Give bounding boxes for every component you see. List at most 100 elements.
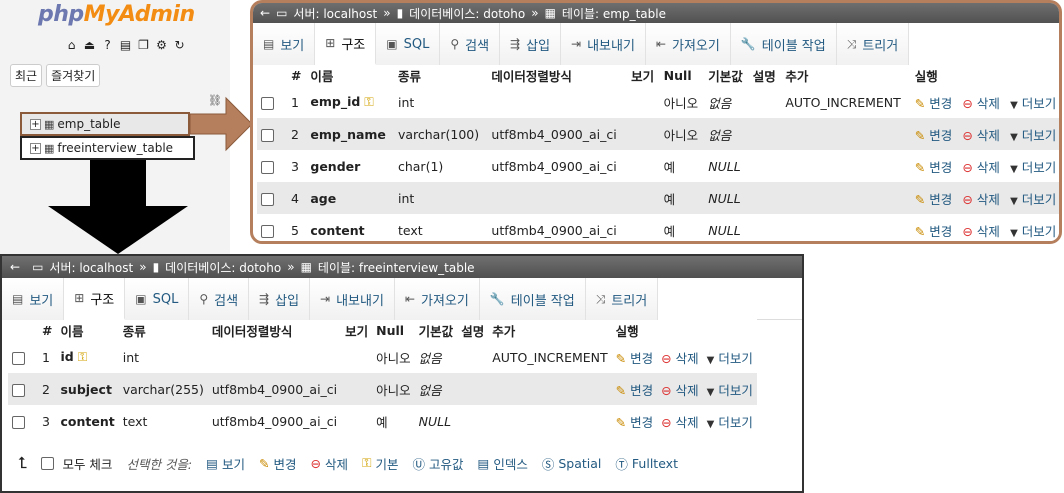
- help-icon[interactable]: ?: [100, 38, 115, 53]
- column-attributes: [341, 373, 373, 405]
- tab-structure[interactable]: ⊞ 구조: [64, 278, 126, 320]
- drop-button[interactable]: ⊖ 삭제: [661, 383, 698, 398]
- check-all-checkbox[interactable]: [41, 456, 55, 470]
- home-icon[interactable]: ⌂: [64, 38, 79, 53]
- row-number: 4: [287, 182, 307, 214]
- tab-operations[interactable]: 🔧 테이블 작업: [730, 23, 837, 65]
- change-button[interactable]: ✎ 변경: [915, 128, 952, 143]
- drop-button[interactable]: ⊖ 삭제: [962, 224, 999, 239]
- bulk-drop-button[interactable]: ⊖ 삭제: [310, 454, 348, 473]
- more-button[interactable]: ▼ 더보기: [1010, 224, 1056, 239]
- tab-triggers[interactable]: ⤨ 트리거: [585, 278, 659, 320]
- row-number: 3: [38, 405, 57, 437]
- change-button[interactable]: ✎ 변경: [616, 383, 653, 398]
- gear-icon[interactable]: ⚙: [154, 38, 169, 53]
- tab-browse[interactable]: ▤ 보기: [2, 278, 65, 320]
- bulk-browse-button[interactable]: ▤ 보기: [206, 454, 245, 473]
- change-button[interactable]: ✎ 변경: [915, 160, 952, 175]
- tab-structure[interactable]: ⊞ 구조: [315, 23, 377, 65]
- breadcrumb-database[interactable]: 데이터베이스: dotoho: [409, 5, 525, 22]
- table-icon: ▦: [544, 6, 556, 20]
- tab-browse[interactable]: ▤ 보기: [253, 23, 316, 65]
- breadcrumb-table[interactable]: 테이블: freeinterview_table: [318, 259, 475, 276]
- tab-triggers[interactable]: ⤨ 트리거: [836, 23, 910, 65]
- row-checkbox[interactable]: [12, 351, 25, 365]
- bulk-change-button[interactable]: ✎ 변경: [259, 454, 297, 473]
- favorites-tab[interactable]: 즐겨찾기: [46, 64, 101, 87]
- tab-sql[interactable]: ▣ SQL: [376, 23, 441, 65]
- change-button[interactable]: ✎ 변경: [915, 224, 952, 239]
- phpmyadmin-logo[interactable]: phpMyAdmin: [38, 2, 195, 27]
- drop-button[interactable]: ⊖ 삭제: [962, 96, 999, 111]
- change-button[interactable]: ✎ 변경: [616, 415, 653, 430]
- breadcrumb-table[interactable]: 테이블: emp_table: [562, 5, 666, 22]
- tab-sql[interactable]: ▣ SQL: [125, 278, 190, 320]
- recent-tab[interactable]: 최근: [10, 64, 43, 87]
- drop-button[interactable]: ⊖ 삭제: [962, 160, 999, 175]
- back-arrow-icon[interactable]: ←: [10, 260, 20, 274]
- more-button[interactable]: ▼ 더보기: [1010, 192, 1056, 207]
- column-default-text: 없음: [708, 95, 732, 111]
- col-header: 종류: [393, 64, 488, 86]
- drop-button[interactable]: ⊖ 삭제: [962, 128, 999, 143]
- row-checkbox[interactable]: [261, 160, 274, 174]
- bulk-unique-button[interactable]: Ⓤ 고유값: [412, 454, 463, 473]
- row-checkbox[interactable]: [12, 383, 25, 397]
- tab-operations[interactable]: 🔧 테이블 작업: [479, 278, 586, 320]
- row-checkbox[interactable]: [261, 96, 274, 110]
- expand-icon[interactable]: +: [30, 118, 41, 130]
- action-label: 기본: [375, 456, 399, 472]
- more-button[interactable]: ▼ 더보기: [1010, 160, 1056, 175]
- tab-import[interactable]: ⇤ 가져오기: [645, 23, 731, 65]
- breadcrumb-database[interactable]: 데이터베이스: dotoho: [165, 259, 281, 276]
- bulk-primary-button[interactable]: ⚿ 기본: [362, 454, 399, 473]
- change-button[interactable]: ✎ 변경: [915, 96, 952, 111]
- breadcrumb-server[interactable]: 서버: localhost: [293, 5, 377, 22]
- back-arrow-icon[interactable]: ←: [260, 6, 270, 20]
- breadcrumb-server[interactable]: 서버: localhost: [49, 259, 133, 276]
- logout-icon[interactable]: ⏏: [82, 38, 97, 53]
- column-type: varchar(255): [118, 373, 208, 405]
- row-checkbox[interactable]: [12, 415, 25, 429]
- tab-insert[interactable]: ⇶ 삽입: [249, 278, 311, 320]
- tab-insert[interactable]: ⇶ 삽입: [500, 23, 562, 65]
- tab-import[interactable]: ⇤ 가져오기: [394, 278, 480, 320]
- action-cell: ⊖ 삭제: [958, 182, 1007, 214]
- more-button[interactable]: ▼ 더보기: [707, 383, 753, 398]
- reload-icon[interactable]: ↻: [172, 38, 187, 53]
- structure-table: # 이름 종류 데이터정렬방식 보기 Null 기본값 설명 추가 실행 1 id…: [8, 319, 757, 437]
- tab-export[interactable]: ⇥ 내보내기: [310, 278, 395, 320]
- bulk-spatial-button[interactable]: Ⓢ Spatial: [542, 454, 602, 473]
- copy-icon[interactable]: ❐: [136, 38, 151, 53]
- action-label: 삭제: [324, 456, 348, 472]
- row-checkbox[interactable]: [261, 224, 274, 238]
- bulk-index-button[interactable]: ▤ 인덱스: [478, 454, 528, 473]
- docs-icon[interactable]: ▤: [118, 38, 133, 53]
- checkbox-cell: [8, 405, 38, 437]
- key-icon: ⚿: [361, 455, 372, 470]
- bulk-fulltext-button[interactable]: Ⓣ Fulltext: [615, 454, 678, 473]
- tree-item-emp-table[interactable]: + ▦ emp_table: [20, 112, 190, 136]
- more-button[interactable]: ▼ 더보기: [1010, 128, 1056, 143]
- action-label: 변경: [929, 127, 953, 143]
- change-button[interactable]: ✎ 변경: [915, 192, 952, 207]
- tab-search[interactable]: ⚲ 검색: [189, 278, 250, 320]
- change-button[interactable]: ✎ 변경: [616, 351, 653, 366]
- drop-button[interactable]: ⊖ 삭제: [661, 415, 698, 430]
- column-attributes: [627, 182, 660, 214]
- tab-search[interactable]: ⚲ 검색: [440, 23, 501, 65]
- row-number: 1: [287, 86, 307, 118]
- column-null-text: 예: [663, 159, 676, 175]
- check-all[interactable]: 모두 체크: [41, 454, 112, 473]
- more-button[interactable]: ▼ 더보기: [707, 415, 753, 430]
- expand-icon[interactable]: +: [30, 142, 41, 154]
- drop-button[interactable]: ⊖ 삭제: [661, 351, 698, 366]
- drop-button[interactable]: ⊖ 삭제: [962, 192, 999, 207]
- row-checkbox[interactable]: [261, 192, 274, 206]
- row-checkbox[interactable]: [261, 128, 274, 142]
- more-button[interactable]: ▼ 더보기: [1010, 96, 1056, 111]
- pencil-icon: ✎: [615, 382, 627, 398]
- tab-export[interactable]: ⇥ 내보내기: [561, 23, 646, 65]
- more-button[interactable]: ▼ 더보기: [707, 351, 753, 366]
- tree-item-freeinterview-table[interactable]: + ▦ freeinterview_table: [20, 136, 195, 160]
